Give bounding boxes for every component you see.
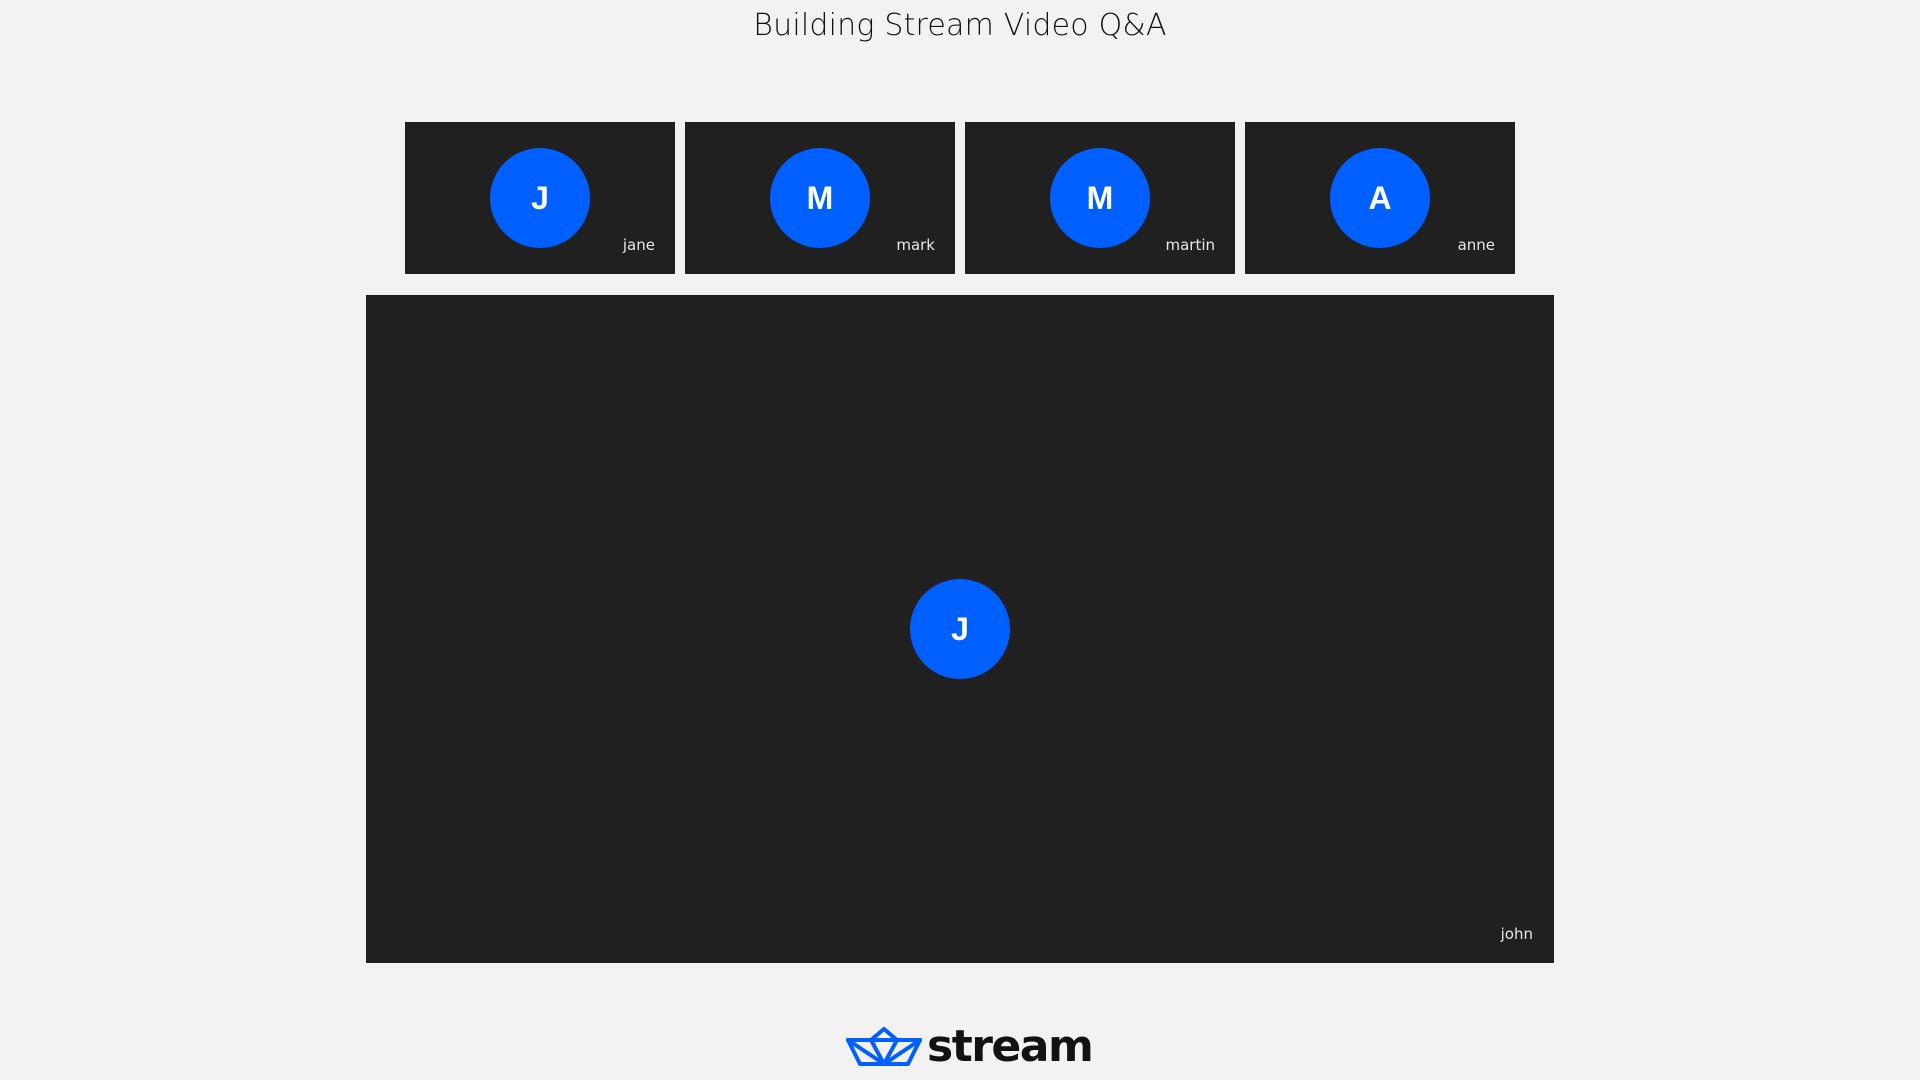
- participant-avatar: A: [1330, 148, 1430, 248]
- participant-avatar: M: [1050, 148, 1150, 248]
- participant-name: jane: [622, 236, 655, 254]
- meeting-title: Building Stream Video Q&A: [753, 8, 1167, 43]
- participant-avatar: J: [490, 148, 590, 248]
- stream-logo: stream: [845, 1021, 1094, 1072]
- paper-boat-icon: [846, 1027, 922, 1066]
- participant-avatar: M: [770, 148, 870, 248]
- speaker-avatar: J: [910, 579, 1010, 679]
- participant-tile-martin[interactable]: M martin: [965, 122, 1235, 274]
- dominant-speaker-tile[interactable]: J john: [366, 295, 1554, 963]
- participant-tile-mark[interactable]: M mark: [685, 122, 955, 274]
- logo-wordmark: stream: [927, 1021, 1094, 1072]
- participant-name: mark: [896, 236, 935, 254]
- participant-tile-jane[interactable]: J jane: [405, 122, 675, 274]
- call-page: Building Stream Video Q&A J jane M mark …: [0, 0, 1920, 1080]
- speaker-name: john: [1500, 925, 1533, 943]
- participant-name: martin: [1165, 236, 1215, 254]
- participant-name: anne: [1457, 236, 1495, 254]
- participant-tile-anne[interactable]: A anne: [1245, 122, 1515, 274]
